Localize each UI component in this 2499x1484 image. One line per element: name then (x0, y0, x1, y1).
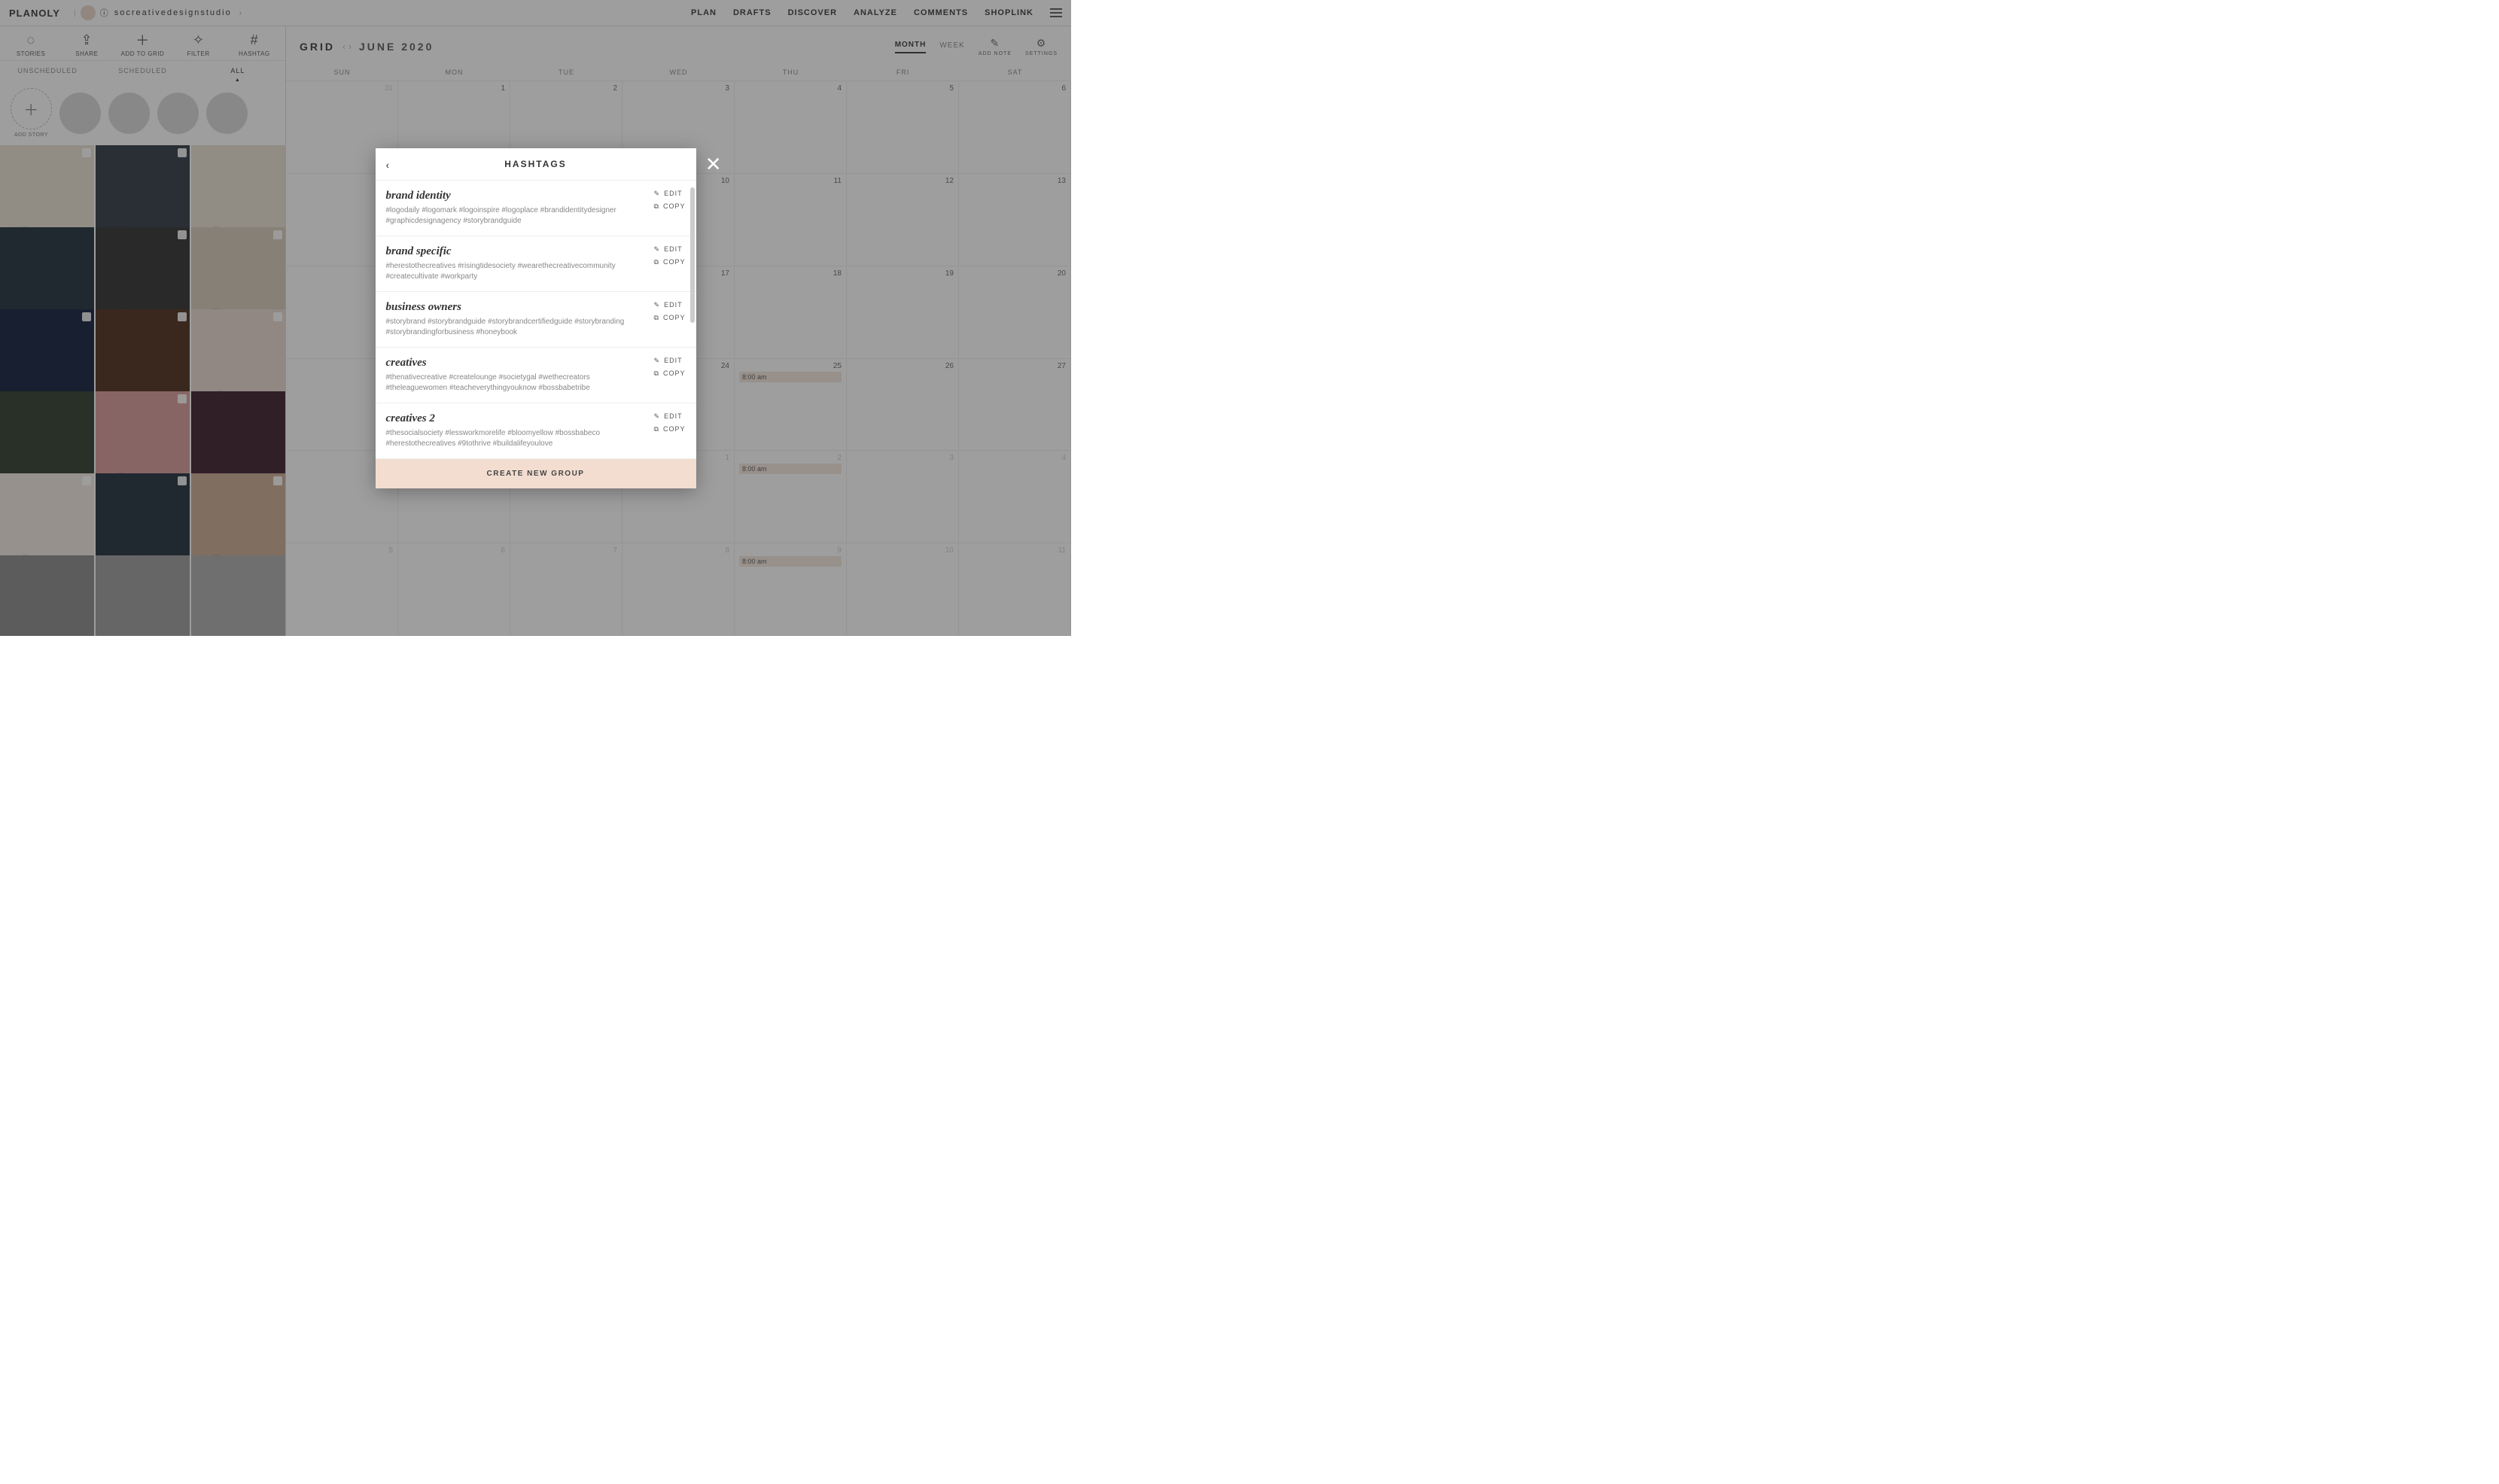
pencil-icon: ✎ (654, 357, 661, 365)
hashtag-group-title: creatives (386, 357, 648, 369)
copy-button[interactable]: ⧉COPY (654, 202, 686, 211)
hashtag-group: brand identity #logodaily #logomark #log… (376, 181, 696, 236)
hashtag-group-tags: #herestothecreatives #risingtidesociety … (386, 261, 648, 282)
copy-icon: ⧉ (654, 369, 659, 378)
hashtag-group-tags: #storybrand #storybrandguide #storybrand… (386, 317, 648, 338)
edit-button[interactable]: ✎EDIT (654, 412, 686, 421)
hashtag-group: creatives #thenativecreative #createloun… (376, 348, 696, 403)
hashtag-group: business owners #storybrand #storybrandg… (376, 292, 696, 348)
copy-icon: ⧉ (654, 314, 659, 322)
pencil-icon: ✎ (654, 301, 661, 309)
modal-header: ‹ HASHTAGS (376, 148, 696, 181)
copy-button[interactable]: ⧉COPY (654, 258, 686, 266)
pencil-icon: ✎ (654, 245, 661, 254)
hashtag-group-title: business owners (386, 301, 648, 314)
hashtag-group: creatives 2 #thesocialsociety #lessworkm… (376, 403, 696, 459)
copy-button[interactable]: ⧉COPY (654, 425, 686, 433)
copy-button[interactable]: ⧉COPY (654, 369, 686, 378)
hashtag-group-tags: #logodaily #logomark #logoinspire #logop… (386, 205, 648, 227)
edit-button[interactable]: ✎EDIT (654, 245, 686, 254)
close-icon[interactable]: ✕ (705, 153, 722, 176)
hashtag-group-tags: #thesocialsociety #lessworkmorelife #blo… (386, 428, 648, 449)
back-icon[interactable]: ‹ (386, 159, 391, 171)
modal-title: HASHTAGS (504, 159, 566, 169)
hashtag-group-title: brand specific (386, 245, 648, 258)
scrollbar[interactable] (690, 187, 695, 323)
create-group-button[interactable]: CREATE NEW GROUP (376, 459, 696, 488)
edit-button[interactable]: ✎EDIT (654, 301, 686, 309)
hashtag-group: brand specific #herestothecreatives #ris… (376, 236, 696, 292)
copy-button[interactable]: ⧉COPY (654, 314, 686, 322)
copy-icon: ⧉ (654, 258, 659, 266)
modal-overlay[interactable]: ✕ ‹ HASHTAGS brand identity #logodaily #… (0, 0, 1071, 636)
hashtag-group-tags: #thenativecreative #createlounge #societ… (386, 373, 648, 394)
pencil-icon: ✎ (654, 190, 661, 198)
hashtag-group-title: creatives 2 (386, 412, 648, 425)
edit-button[interactable]: ✎EDIT (654, 357, 686, 365)
hashtags-modal: ✕ ‹ HASHTAGS brand identity #logodaily #… (376, 148, 696, 488)
copy-icon: ⧉ (654, 202, 659, 211)
hashtag-group-title: brand identity (386, 190, 648, 202)
pencil-icon: ✎ (654, 412, 661, 421)
copy-icon: ⧉ (654, 425, 659, 433)
modal-body: brand identity #logodaily #logomark #log… (376, 181, 696, 459)
edit-button[interactable]: ✎EDIT (654, 190, 686, 198)
